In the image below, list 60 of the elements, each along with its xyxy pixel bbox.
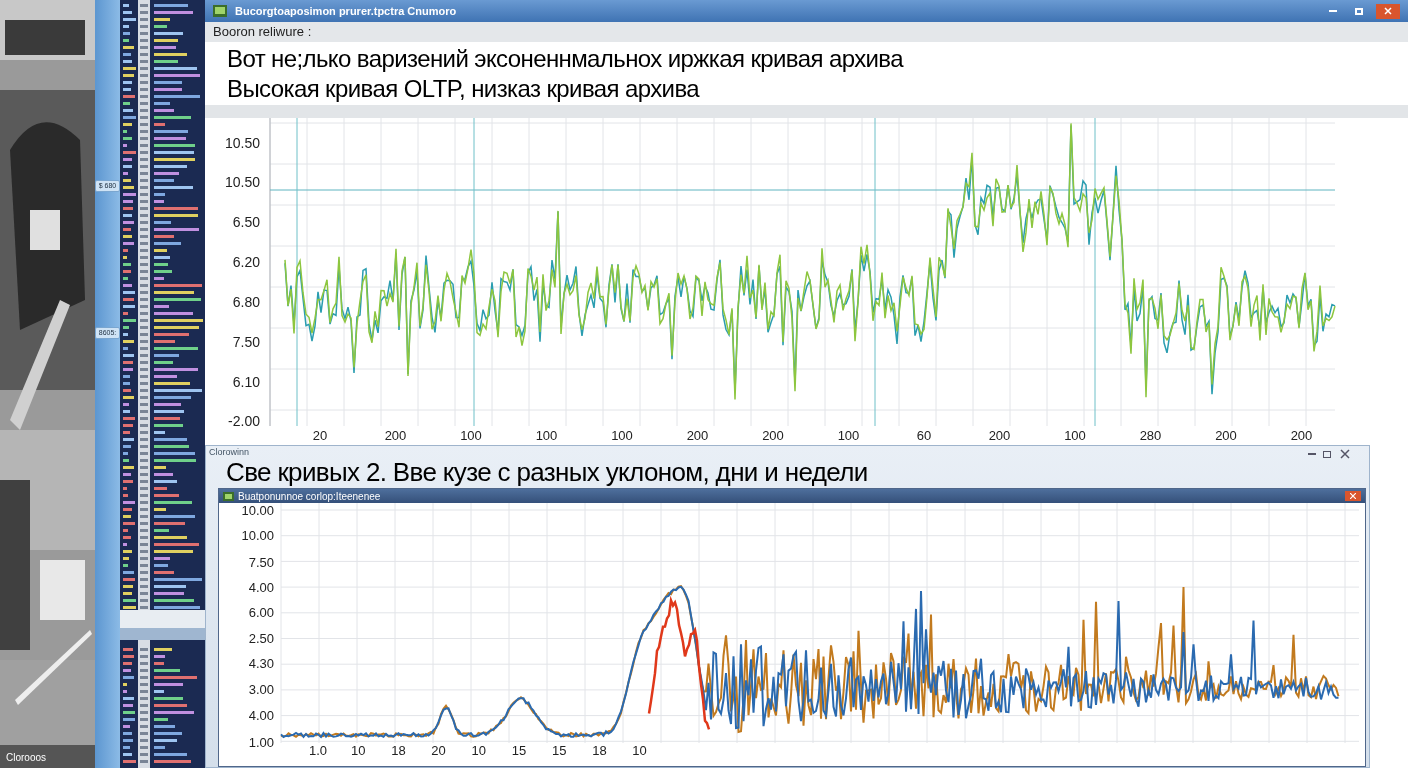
axis-label: 100: [535, 428, 558, 443]
axis-label: 6.20: [232, 254, 260, 270]
label: Booron reliwure :: [213, 23, 312, 42]
axis-label: 20: [312, 428, 328, 443]
axis-label: -2.00: [228, 413, 260, 429]
close-icon: [1350, 493, 1356, 499]
axis-label: 10.00: [241, 503, 274, 518]
axis-label: 10: [471, 743, 487, 758]
heading: Высокая кривая OLTP, низказ кривая архива: [227, 75, 701, 102]
axis-label: 6.10: [232, 374, 260, 390]
heading: Све кривых 2. Вве кузе с разных уклоном, дни и недели: [225, 458, 869, 486]
axis-label: 100: [611, 428, 633, 443]
axis-label: 1.00: [248, 735, 274, 750]
app-icon: [223, 491, 234, 501]
heading: Вот не;лько варизений эксоненнмальнох иржкая кривая архива: [227, 45, 905, 72]
axis-label: 200: [762, 428, 784, 443]
axis-label: 7.50: [248, 555, 274, 570]
axis-label: 1.0: [308, 743, 328, 758]
minimize-icon: [1329, 10, 1337, 12]
maximize-icon: [1323, 450, 1331, 458]
close-icon: [1384, 7, 1392, 15]
axis-label: 200: [1215, 428, 1237, 443]
axis-label: 60: [916, 428, 932, 443]
axis-label: 100: [460, 428, 482, 443]
minimize-icon: [1308, 453, 1316, 455]
caption: Clorowinn: [208, 446, 250, 458]
axis-label: 6.80: [232, 294, 260, 310]
axis-label: 200: [686, 428, 709, 443]
axis-label: 6.00: [248, 605, 274, 620]
window-title: Bucorgtoaposimon prurer.tpctra Cnumoro: [235, 3, 457, 19]
axis-label: 18: [391, 743, 406, 758]
axis-label: 100: [837, 428, 860, 443]
axis-label: 200: [384, 428, 407, 443]
axis-label: 280: [1139, 428, 1162, 443]
axis-label: 2.50: [248, 631, 274, 646]
axis-label: 20: [431, 743, 446, 758]
axis-label: 10: [350, 743, 366, 758]
axis-label: 15: [551, 743, 567, 758]
axis-label: 200: [1290, 428, 1313, 443]
axis-label: 200: [988, 428, 1011, 443]
axis-label: 10.50: [224, 174, 260, 190]
axis-label: 100: [1064, 428, 1086, 443]
maximize-icon: [1355, 7, 1363, 15]
axis-label: 10: [632, 743, 647, 758]
axis-label: 3.00: [248, 682, 274, 697]
axis-label: 6.50: [232, 214, 260, 230]
axis-label: 4.00: [248, 580, 274, 595]
axis-label: 4.00: [248, 708, 274, 723]
app-icon: [213, 5, 227, 17]
window-title: Buatponunnoe corlop:Iteenenee: [238, 489, 381, 504]
close-button[interactable]: [1376, 3, 1400, 19]
axis-label: 18: [592, 743, 607, 758]
axis-label: 10.50: [224, 135, 260, 151]
close-button[interactable]: [1345, 491, 1361, 501]
axis-label: 4.30: [248, 656, 274, 671]
axis-label: 7.50: [232, 334, 260, 350]
axis-label: 10.00: [241, 528, 274, 543]
close-icon: [1340, 449, 1350, 459]
caption: Clorooos: [6, 751, 47, 765]
axis-label: 15: [511, 743, 527, 758]
